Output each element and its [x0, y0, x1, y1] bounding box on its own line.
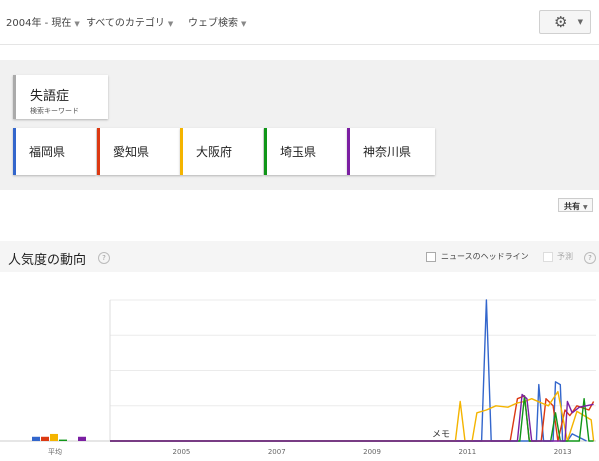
x-tick-label: 2009 — [363, 448, 381, 456]
x-axis-ticks: 2005 2007 2009 2011 2013 — [173, 448, 572, 456]
average-bar — [78, 436, 86, 441]
average-bar — [41, 436, 49, 441]
x-tick-label: 2011 — [458, 448, 476, 456]
chart-grid — [0, 299, 596, 442]
average-bar — [50, 433, 58, 441]
average-bar — [32, 436, 40, 441]
average-bars — [32, 433, 86, 441]
x-tick-label: 2013 — [554, 448, 572, 456]
memo-annotation[interactable]: メモ — [432, 430, 450, 440]
average-bar — [59, 439, 67, 441]
average-label: 平均 — [48, 447, 62, 456]
x-tick-label: 2007 — [268, 448, 286, 456]
interest-chart: 2005 2007 2009 2011 2013 平均 メモ — [0, 299, 596, 456]
x-tick-label: 2005 — [173, 448, 191, 456]
